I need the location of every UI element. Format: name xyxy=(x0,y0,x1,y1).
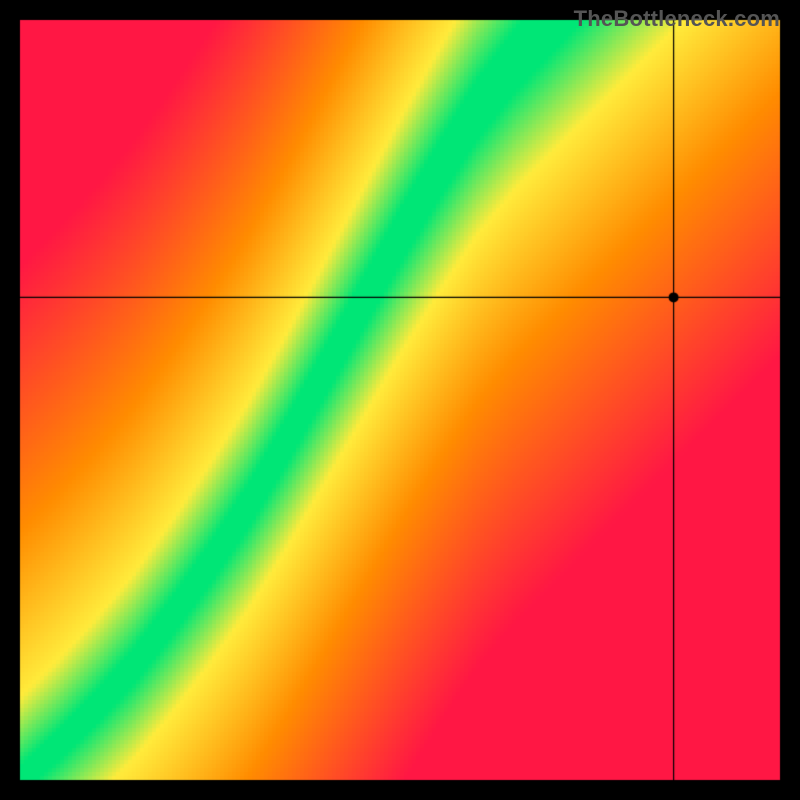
watermark-text: TheBottleneck.com xyxy=(574,6,780,32)
bottleneck-heatmap xyxy=(0,0,800,800)
chart-container: TheBottleneck.com xyxy=(0,0,800,800)
